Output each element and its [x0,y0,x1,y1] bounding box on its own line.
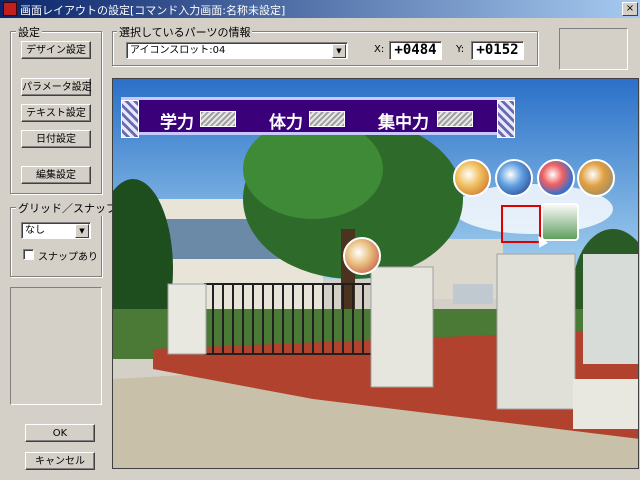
snap-checkbox[interactable] [23,249,34,260]
selected-part-group-label: 選択しているパーツの情報 [117,24,253,40]
part-select-value: アイコンスロット:04 [130,45,226,56]
stat-gauge-focus [437,111,473,127]
stat-label-focus: 集中力 [378,113,429,133]
telescope-icon[interactable] [495,159,533,197]
stat-label-academic: 学力 [160,113,194,133]
grid-select[interactable]: なし ▼ [21,222,91,239]
chevron-down-icon[interactable]: ▼ [332,44,346,58]
design-settings-button[interactable]: デザイン設定 [21,41,91,59]
parameter-settings-button[interactable]: パラメータ設定 [21,78,92,96]
settings-group-label: 設定 [16,24,42,40]
part-select[interactable]: アイコンスロット:04 ▼ [126,42,348,59]
palette-icon[interactable] [537,159,575,197]
text-settings-button[interactable]: テキスト設定 [21,104,91,122]
y-label: Y: [456,44,465,55]
date-settings-button[interactable]: 日付設定 [21,130,91,148]
layout-settings-window: 画面レイアウトの設定[コマンド入力画面:名称未設定] × 設定 デザイン設定 パ… [0,0,640,480]
house-icon[interactable] [343,237,381,275]
app-icon [3,2,17,16]
layout-preview-canvas[interactable]: 学力 体力 集中力 [112,78,639,469]
stat-gauge-stamina [309,111,345,127]
title-bar[interactable]: 画面レイアウトの設定[コマンド入力画面:名称未設定] × [0,0,640,18]
info-panel [10,287,102,405]
window-title: 画面レイアウトの設定[コマンド入力画面:名称未設定] [20,4,286,17]
ornament-right [497,100,515,138]
grid-snap-group-label: グリッド／スナップ [16,200,119,216]
calendar-board-icon[interactable] [541,203,579,241]
y-coordinate-field[interactable]: +0152 [471,41,524,60]
close-button[interactable]: × [622,2,638,16]
edit-settings-button[interactable]: 編集設定 [21,166,91,184]
ornament-left [121,100,139,138]
ok-button[interactable]: OK [25,424,95,442]
book-icon[interactable] [453,159,491,197]
stat-gauge-academic [200,111,236,127]
preview-thumbnail-panel [559,28,628,70]
cancel-button[interactable]: キャンセル [25,452,95,470]
toolbox-icon[interactable] [577,159,615,197]
grid-snap-group [10,207,102,277]
school-gate-background [113,79,638,468]
snap-checkbox-label: スナップあり [38,252,98,263]
x-label: X: [374,44,385,55]
parameter-status-bar[interactable]: 学力 体力 集中力 [121,97,515,138]
grid-select-value: なし [25,225,45,236]
chevron-down-icon[interactable]: ▼ [75,224,89,238]
x-coordinate-field[interactable]: +0484 [389,41,442,60]
stat-label-stamina: 体力 [269,113,303,133]
